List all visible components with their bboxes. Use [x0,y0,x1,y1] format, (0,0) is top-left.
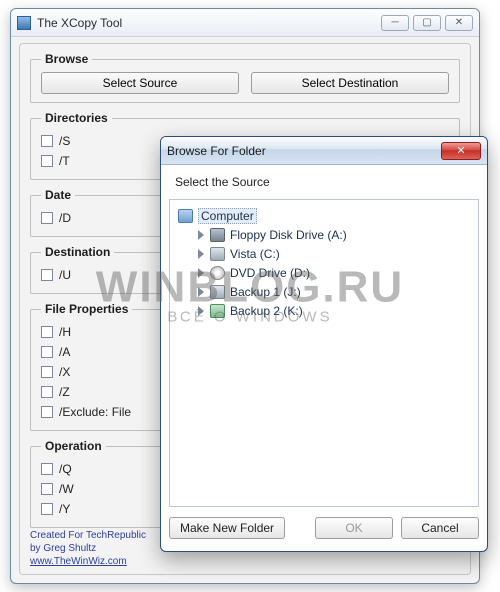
main-titlebar[interactable]: The XCopy Tool ─ ▢ ✕ [11,9,479,37]
checkbox-label: /A [59,345,70,359]
checkbox-icon [41,406,53,418]
date-legend: Date [41,188,75,202]
close-button[interactable]: ✕ [445,15,473,31]
checkbox-label: /U [59,268,71,282]
select-source-button[interactable]: Select Source [41,72,239,94]
tree-item-label: Floppy Disk Drive (A:) [230,228,347,242]
checkbox-label: /X [59,365,70,379]
checkbox-label: /Exclude: File [59,405,131,419]
tree-item-vista[interactable]: Vista (C:) [174,244,474,263]
browse-legend: Browse [41,52,92,66]
footer-link[interactable]: www.TheWinWiz.com [30,555,146,568]
cancel-button[interactable]: Cancel [401,517,479,539]
checkbox-icon [41,135,53,147]
checkbox-icon [41,326,53,338]
expander-icon[interactable] [196,306,206,316]
browse-for-folder-dialog: Browse For Folder ✕ Select the Source Co… [160,136,488,552]
checkbox-label: /Z [59,385,70,399]
ok-button[interactable]: OK [315,517,393,539]
checkbox-icon [41,386,53,398]
directories-legend: Directories [41,111,112,125]
backup-drive-icon [210,304,225,318]
window-title: The XCopy Tool [37,16,377,30]
checkbox-icon [41,483,53,495]
checkbox-label: /W [59,482,74,496]
app-icon [17,16,31,30]
checkbox-icon [41,463,53,475]
expander-icon[interactable] [196,249,206,259]
browse-group: Browse Select Source Select Destination [30,52,460,103]
local-disk-icon [210,247,225,261]
footer-line2: by Greg Shultz [30,542,146,555]
checkbox-label: /T [59,154,70,168]
dialog-close-button[interactable]: ✕ [441,142,481,160]
checkbox-icon [41,503,53,515]
checkbox-label: /D [59,211,71,225]
expander-icon[interactable] [196,287,206,297]
tree-item-backup2[interactable]: Backup 2 (K:) [174,301,474,320]
dialog-body: Select the Source Computer Floppy Disk D… [169,171,479,507]
floppy-drive-icon [210,228,225,242]
local-disk-icon [210,285,225,299]
expander-icon[interactable] [196,268,206,278]
checkbox-icon [41,346,53,358]
checkbox-icon [41,155,53,167]
make-new-folder-button[interactable]: Make New Folder [169,517,285,539]
destination-legend: Destination [41,245,114,259]
checkbox-label: /S [59,134,70,148]
checkbox-icon [41,269,53,281]
minimize-button[interactable]: ─ [381,15,409,31]
footer-credit: Created For TechRepublic by Greg Shultz … [30,529,146,568]
dialog-titlebar[interactable]: Browse For Folder ✕ [161,137,487,165]
tree-item-label: Vista (C:) [230,247,280,261]
file-properties-legend: File Properties [41,302,132,316]
dialog-button-row: Make New Folder OK Cancel [169,513,479,543]
computer-icon [178,209,193,223]
checkbox-label: /H [59,325,71,339]
dialog-prompt: Select the Source [169,171,479,199]
tree-item-label: Backup 1 (J:) [230,285,301,299]
expander-icon[interactable] [196,230,206,240]
tree-item-label: DVD Drive (D:) [230,266,310,280]
footer-line1: Created For TechRepublic [30,529,146,542]
tree-item-backup1[interactable]: Backup 1 (J:) [174,282,474,301]
tree-root[interactable]: Computer [174,206,474,225]
tree-item-label: Backup 2 (K:) [230,304,303,318]
checkbox-label: /Q [59,462,72,476]
checkbox-icon [41,366,53,378]
checkbox-icon [41,212,53,224]
dvd-drive-icon [210,266,225,280]
select-destination-button[interactable]: Select Destination [251,72,449,94]
tree-item-dvd[interactable]: DVD Drive (D:) [174,263,474,282]
checkbox-label: /Y [59,502,70,516]
operation-legend: Operation [41,439,106,453]
maximize-button[interactable]: ▢ [413,15,441,31]
dialog-title: Browse For Folder [167,144,441,158]
tree-root-label: Computer [198,208,257,224]
tree-item-floppy[interactable]: Floppy Disk Drive (A:) [174,225,474,244]
folder-tree[interactable]: Computer Floppy Disk Drive (A:) Vista (C… [169,199,479,507]
